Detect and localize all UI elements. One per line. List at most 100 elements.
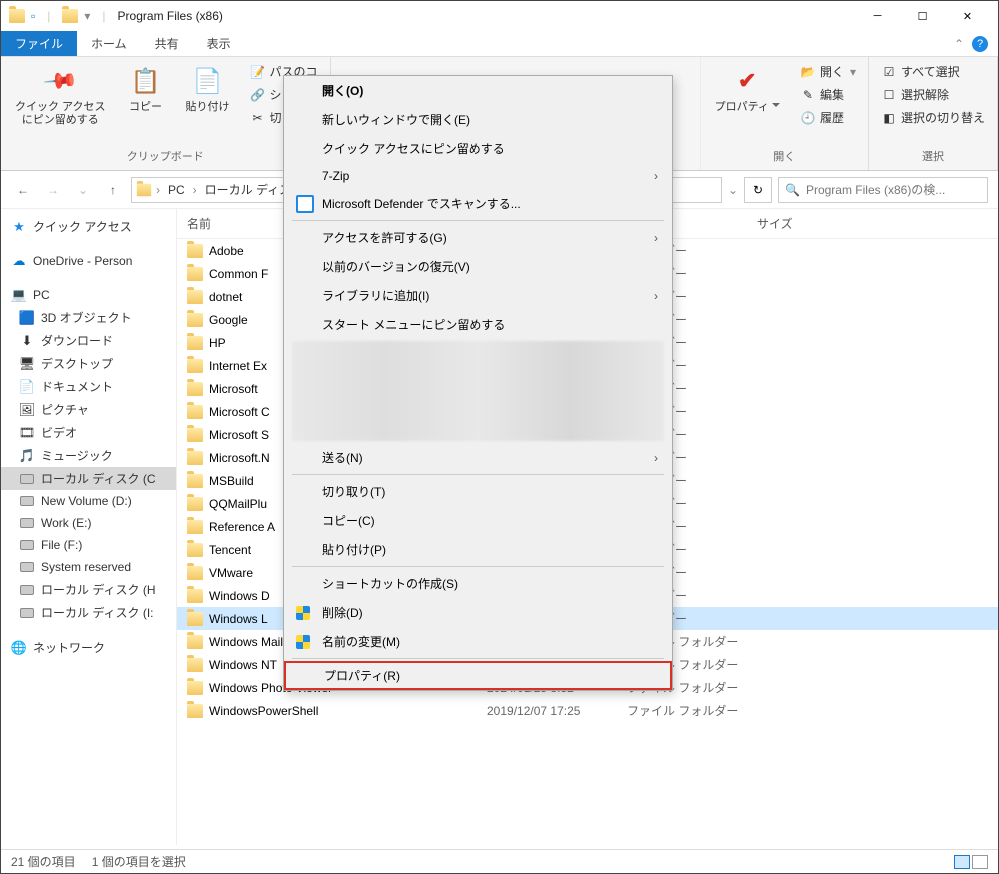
close-button[interactable]: ✕ [945, 1, 990, 31]
tree-item[interactable]: 🎵ミュージック [1, 444, 176, 467]
maximize-button[interactable]: ☐ [900, 1, 945, 31]
highlight-properties: プロパティ(R) [284, 661, 672, 690]
tree-item[interactable]: ローカル ディスク (C [1, 467, 176, 490]
disk-icon [19, 515, 35, 531]
invert-selection-button[interactable]: ◧選択の切り替え [877, 107, 989, 128]
tree-item[interactable]: ⬇ダウンロード [1, 329, 176, 352]
paste-icon: 📄 [192, 65, 224, 97]
qat-save-icon[interactable]: ▫ [31, 9, 35, 23]
recent-dropdown[interactable]: ⌄ [71, 178, 95, 202]
tab-view[interactable]: 表示 [193, 31, 245, 56]
tree-pc[interactable]: 💻PC [1, 284, 176, 306]
ribbon-collapse-icon[interactable]: ⌃ [954, 37, 964, 51]
ctx-copy[interactable]: コピー(C) [284, 506, 672, 535]
select-none-button[interactable]: ☐選択解除 [877, 84, 989, 105]
tree-item[interactable]: Work (E:) [1, 512, 176, 534]
folder-icon: 📄 [19, 379, 35, 395]
ctx-defender[interactable]: Microsoft Defender でスキャンする... [284, 189, 672, 218]
folder-icon [187, 244, 203, 258]
properties-button[interactable]: ✔ プロパティ [709, 61, 786, 118]
chevron-right-icon: › [654, 451, 658, 465]
ctx-pin-start[interactable]: スタート メニューにピン留めする [284, 310, 672, 339]
help-icon[interactable]: ? [972, 36, 988, 52]
folder-icon [187, 313, 203, 327]
ctx-cut[interactable]: 切り取り(T) [284, 477, 672, 506]
tree-item[interactable]: 🟦3D オブジェクト [1, 306, 176, 329]
tree-item[interactable]: System reserved [1, 556, 176, 578]
open-button[interactable]: 📂開く▾ [796, 61, 860, 82]
disk-icon [19, 605, 35, 621]
crumb-pc[interactable]: PC [164, 183, 189, 197]
search-input[interactable]: 🔍 Program Files (x86)の検... [778, 177, 988, 203]
ctx-separator [292, 566, 664, 567]
up-button[interactable]: ↑ [101, 178, 125, 202]
back-button[interactable]: ← [11, 178, 35, 202]
select-group-label: 選択 [877, 146, 989, 166]
ctx-grant-access[interactable]: アクセスを許可する(G)› [284, 223, 672, 252]
minimize-button[interactable]: ─ [855, 1, 900, 31]
crumb-disk[interactable]: ローカル ディス [201, 181, 296, 198]
check-icon: ✔ [738, 68, 756, 94]
history-button[interactable]: 🕘履歴 [796, 107, 860, 128]
folder-icon: 🎵 [19, 448, 35, 464]
address-dropdown[interactable]: ⌄ [728, 183, 738, 197]
folder-icon [187, 635, 203, 649]
folder-icon [187, 359, 203, 373]
large-icons-view-icon[interactable] [972, 855, 988, 869]
tree-onedrive[interactable]: ☁OneDrive - Person [1, 250, 176, 272]
disk-icon [19, 493, 35, 509]
forward-button[interactable]: → [41, 178, 65, 202]
tree-item[interactable]: 🖼ピクチャ [1, 398, 176, 421]
tree-quick-access[interactable]: ★クイック アクセス [1, 215, 176, 238]
folder-icon: 🎞 [19, 425, 35, 441]
ctx-send-to[interactable]: 送る(N)› [284, 443, 672, 472]
tab-share[interactable]: 共有 [141, 31, 193, 56]
ctx-paste[interactable]: 貼り付け(P) [284, 535, 672, 564]
tree-item[interactable]: 🖥デスクトップ [1, 352, 176, 375]
ctx-restore-prev[interactable]: 以前のバージョンの復元(V) [284, 252, 672, 281]
refresh-button[interactable]: ↻ [744, 177, 772, 203]
file-row[interactable]: WindowsPowerShell2019/12/07 17:25ファイル フォ… [177, 699, 998, 722]
window-folder-icon [9, 9, 25, 23]
cloud-icon: ☁ [11, 253, 27, 269]
status-selection: 1 個の項目を選択 [92, 853, 186, 870]
tab-file[interactable]: ファイル [1, 31, 77, 56]
folder-icon [187, 290, 203, 304]
edit-button[interactable]: ✎編集 [796, 84, 860, 105]
paste-button[interactable]: 📄 貼り付け [180, 61, 236, 118]
copy-button[interactable]: 📋 コピー [122, 61, 170, 118]
ctx-open[interactable]: 開く(O) [284, 76, 672, 105]
folder-icon: 🖥 [19, 356, 35, 372]
tree-item[interactable]: ローカル ディスク (H [1, 578, 176, 601]
ctx-rename[interactable]: 名前の変更(M) [284, 627, 672, 656]
select-all-button[interactable]: ☑すべて選択 [877, 61, 989, 82]
ctx-pin-quick[interactable]: クイック アクセスにピン留めする [284, 134, 672, 163]
ctx-delete[interactable]: 削除(D) [284, 598, 672, 627]
tree-item[interactable]: 📄ドキュメント [1, 375, 176, 398]
qat-dropdown[interactable]: ▾ [84, 9, 90, 23]
ctx-7zip[interactable]: 7-Zip› [284, 163, 672, 189]
tree-item[interactable]: File (F:) [1, 534, 176, 556]
pin-quick-access-button[interactable]: 📌 クイック アクセス にピン留めする [9, 61, 112, 131]
ctx-add-library[interactable]: ライブラリに追加(I)› [284, 281, 672, 310]
pin-icon: 📌 [41, 62, 79, 100]
status-count: 21 個の項目 [11, 853, 76, 870]
folder-icon: 🟦 [19, 310, 35, 326]
tab-home[interactable]: ホーム [77, 31, 141, 56]
folder-icon [187, 566, 203, 580]
folder-icon [187, 681, 203, 695]
qat-folder-icon[interactable] [62, 9, 78, 23]
tree-item[interactable]: 🎞ビデオ [1, 421, 176, 444]
ctx-open-new-window[interactable]: 新しいウィンドウで開く(E) [284, 105, 672, 134]
tree-item[interactable]: ローカル ディスク (I: [1, 601, 176, 624]
tree-network[interactable]: 🌐ネットワーク [1, 636, 176, 659]
ctx-properties[interactable]: プロパティ(R) [286, 663, 670, 688]
folder-icon [187, 589, 203, 603]
details-view-icon[interactable] [954, 855, 970, 869]
folder-icon [187, 451, 203, 465]
col-size[interactable]: サイズ [757, 215, 837, 232]
ctx-redacted-area [292, 341, 664, 441]
tree-item[interactable]: New Volume (D:) [1, 490, 176, 512]
clipboard-group-label: クリップボード [9, 146, 322, 166]
ctx-create-shortcut[interactable]: ショートカットの作成(S) [284, 569, 672, 598]
